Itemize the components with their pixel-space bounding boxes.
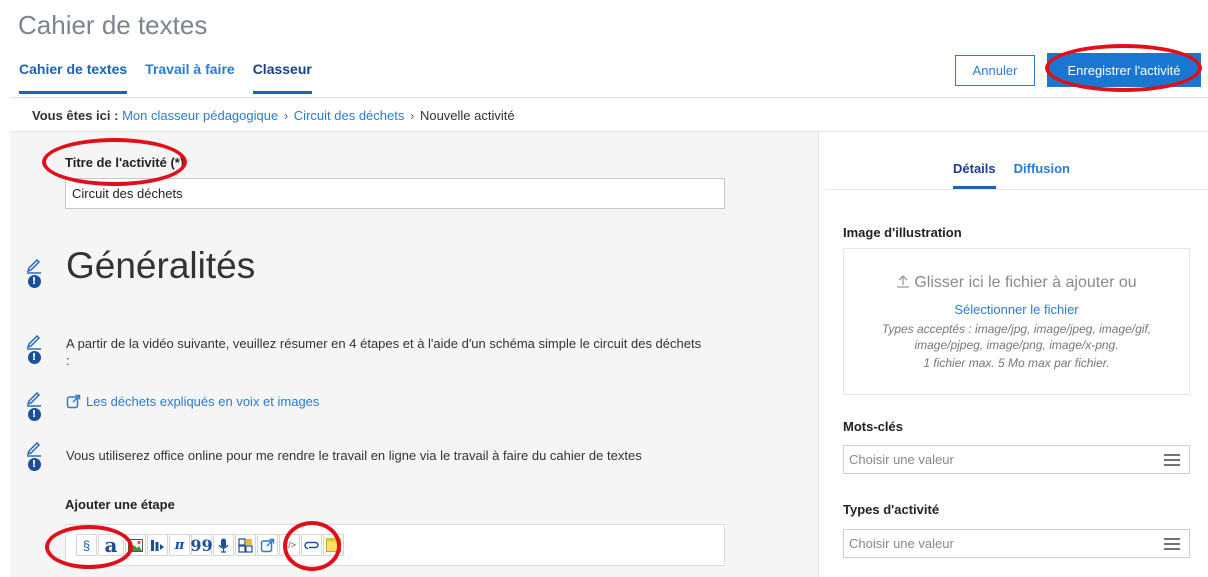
add-link-button[interactable] <box>257 534 278 556</box>
image-dropzone[interactable]: Glisser ici le fichier à ajouter ou Séle… <box>843 248 1190 395</box>
activity-types-select[interactable]: Choisir une valeur <box>843 529 1190 558</box>
keywords-label: Mots-clés <box>843 419 903 434</box>
add-formula-button[interactable]: π <box>169 534 190 556</box>
breadcrumb-prefix: Vous êtes ici : <box>32 108 119 123</box>
pencil-icon <box>26 392 41 407</box>
block-edit-handle[interactable]: ! <box>25 441 43 475</box>
code-icon: </> <box>282 540 296 550</box>
hamburger-icon <box>1164 454 1180 466</box>
add-step-toolbar: § a π 99 </> <box>65 524 725 566</box>
breadcrumb-separator: › <box>283 108 289 123</box>
right-tabs-divider <box>826 189 1208 190</box>
tab-classeur[interactable]: Classeur <box>252 61 312 94</box>
app-title: Cahier de textes <box>18 10 208 40</box>
file-limit-info: 1 fichier max. 5 Mo max par fichier. <box>923 356 1110 370</box>
image-label: Image d'illustration <box>843 225 962 240</box>
section-icon: § <box>82 537 91 553</box>
breadcrumb: Vous êtes ici : Mon classeur pédagogique… <box>32 108 515 123</box>
video-icon <box>151 539 164 551</box>
block-edit-handle[interactable]: ! <box>25 258 43 292</box>
right-panel-tabs: Détails Diffusion <box>953 161 1070 189</box>
save-activity-button[interactable]: Enregistrer l'activité <box>1047 53 1201 87</box>
dropzone-title: Glisser ici le fichier à ajouter ou <box>844 274 1189 292</box>
add-video-button[interactable] <box>147 534 168 556</box>
cancel-button[interactable]: Annuler <box>955 55 1035 86</box>
video-link[interactable]: Les déchets expliqués en voix et images <box>66 394 319 409</box>
pencil-icon <box>26 335 41 350</box>
add-text-button[interactable]: a <box>98 533 124 557</box>
section-heading: Généralités <box>66 245 256 286</box>
tab-travail-a-faire[interactable]: Travail à faire <box>145 61 235 94</box>
accepted-types-info: Types acceptés : image/jpg, image/jpeg, … <box>881 322 1152 352</box>
tab-diffusion[interactable]: Diffusion <box>1014 161 1070 189</box>
info-icon: ! <box>27 275 41 288</box>
info-icon: ! <box>27 408 41 421</box>
sticky-note-icon <box>326 538 341 552</box>
breadcrumb-item-circuit[interactable]: Circuit des déchets <box>294 108 405 123</box>
main-tabs: Cahier de textes Travail à faire Classeu… <box>19 61 312 94</box>
external-link-icon <box>260 538 275 552</box>
title-field-label: Titre de l'activité (*) <box>65 155 185 170</box>
add-image-button[interactable] <box>125 534 146 556</box>
embed-grid-icon <box>238 537 253 553</box>
add-quote-button[interactable]: 99 <box>190 534 213 556</box>
paperclip-icon <box>303 541 319 550</box>
pencil-icon <box>26 442 41 457</box>
tab-details[interactable]: Détails <box>953 161 996 189</box>
pencil-icon <box>26 259 41 274</box>
microphone-icon <box>218 538 229 553</box>
add-step-label: Ajouter une étape <box>65 497 175 512</box>
paragraph-instructions: A partir de la vidéo suivante, veuillez … <box>66 336 702 368</box>
activity-title-input[interactable]: Circuit des déchets <box>65 178 725 209</box>
video-link-text[interactable]: Les déchets expliqués en voix et images <box>86 394 319 409</box>
pi-icon: π <box>174 537 185 553</box>
breadcrumb-item-classeur[interactable]: Mon classeur pédagogique <box>122 108 278 123</box>
breadcrumb-separator: › <box>409 108 415 123</box>
tab-cahier-de-textes[interactable]: Cahier de textes <box>19 61 128 94</box>
image-icon <box>128 538 143 552</box>
breadcrumb-item-current: Nouvelle activité <box>419 108 515 123</box>
dropzone-title-text: Glisser ici le fichier à ajouter ou <box>914 274 1137 291</box>
select-file-link[interactable]: Sélectionner le fichier <box>844 302 1189 317</box>
hamburger-icon <box>1164 538 1180 550</box>
add-attachment-button[interactable] <box>301 534 322 556</box>
add-note-button[interactable] <box>323 534 344 556</box>
keywords-placeholder: Choisir une valeur <box>849 452 954 467</box>
block-edit-handle[interactable]: ! <box>25 334 43 368</box>
add-audio-button[interactable] <box>213 534 234 556</box>
keywords-select[interactable]: Choisir une valeur <box>843 445 1190 474</box>
upload-icon <box>897 275 910 288</box>
text-icon: a <box>104 533 118 557</box>
block-edit-handle[interactable]: ! <box>25 391 43 425</box>
add-embed-button[interactable] <box>235 534 256 556</box>
external-link-icon <box>66 394 81 409</box>
quote-icon: 99 <box>190 535 213 555</box>
panel-divider <box>818 132 819 577</box>
header-divider <box>10 97 1208 98</box>
add-code-button[interactable]: </> <box>279 534 300 556</box>
paragraph-office-online: Vous utiliserez office online pour me re… <box>66 448 642 463</box>
info-icon: ! <box>27 458 41 471</box>
activity-types-placeholder: Choisir une valeur <box>849 536 954 551</box>
add-section-button[interactable]: § <box>76 534 97 556</box>
info-icon: ! <box>27 351 41 364</box>
activity-types-label: Types d'activité <box>843 502 940 517</box>
